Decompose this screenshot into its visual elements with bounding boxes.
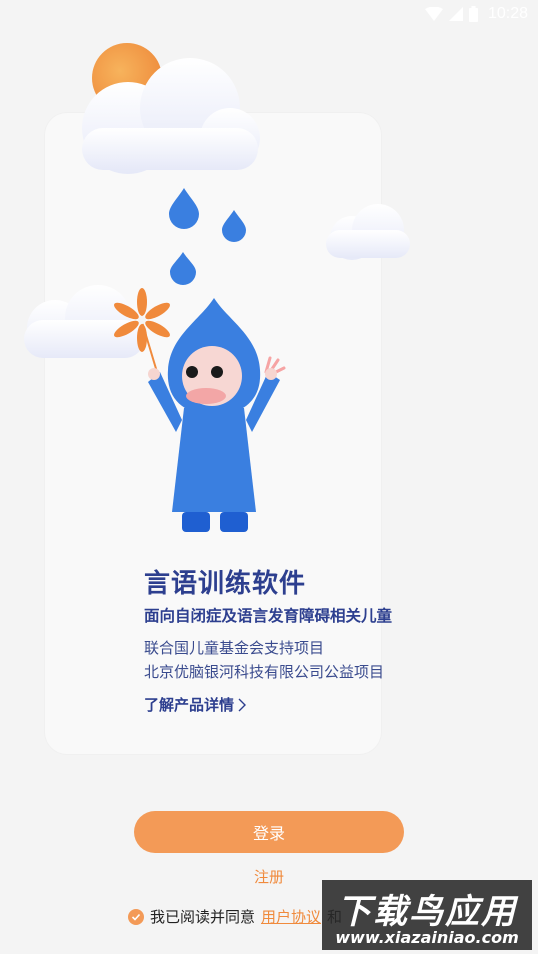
- agreement-prefix: 我已阅读并同意: [150, 908, 256, 926]
- support-line-company: 北京优脑银河科技有限公司公益项目: [144, 663, 385, 681]
- check-icon: [131, 913, 141, 921]
- cloud-icon: [24, 285, 144, 358]
- product-details-link[interactable]: 了解产品详情: [144, 694, 247, 715]
- support-line-unicef: 联合国儿童基金会支持项目: [144, 639, 325, 657]
- raindrop-icon: [222, 210, 246, 242]
- register-label: 注册: [253, 868, 284, 886]
- chevron-right-icon: [238, 698, 247, 711]
- watermark-url: www.xiazainiao.com: [335, 928, 519, 947]
- login-button[interactable]: 登录: [134, 811, 404, 853]
- raindrop-icon: [169, 188, 199, 229]
- cloud-icon: [326, 204, 410, 260]
- user-agreement-link[interactable]: 用户协议: [261, 906, 321, 927]
- support-text: 联合国儿童基金会支持项目 北京优脑银河科技有限公司公益项目: [144, 636, 384, 684]
- watermark-title: 下载鸟应用: [337, 892, 517, 932]
- agreement-row: 我已阅读并同意 用户协议 和: [128, 906, 342, 927]
- raindrop-icon: [170, 252, 196, 285]
- app-subtitle: 面向自闭症及语言发育障碍相关儿童: [144, 607, 393, 625]
- agreement-checkbox[interactable]: [128, 908, 144, 925]
- raincoat-child-illustration: [24, 43, 410, 532]
- app-title: 言语训练软件: [144, 569, 307, 599]
- product-details-label: 了解产品详情: [144, 696, 235, 714]
- watermark-logo: 下载鸟应用 www.xiazainiao.com: [322, 880, 532, 950]
